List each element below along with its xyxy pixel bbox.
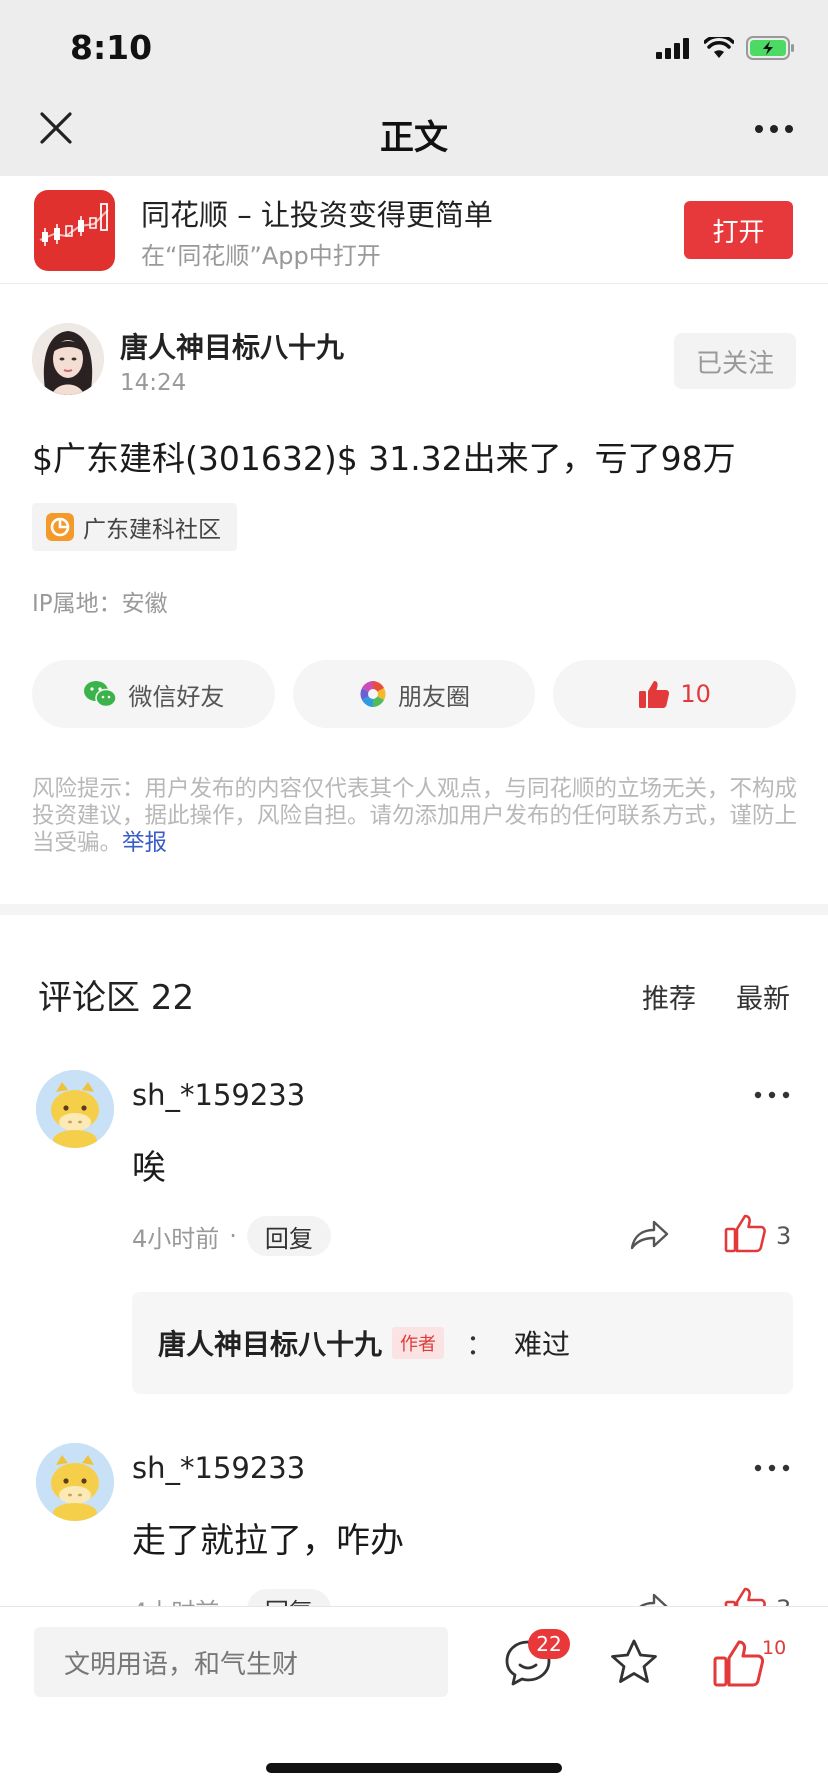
star-icon[interactable]: [608, 1637, 660, 1689]
share-moments-label: 朋友圈: [398, 682, 470, 711]
share-wechat-label: 微信好友: [128, 682, 225, 711]
sort-recommended-tab[interactable]: 推荐: [642, 977, 696, 1016]
app-subtitle: 在“同花顺”App中打开: [141, 242, 381, 270]
post-time: 14:24: [120, 370, 187, 396]
comment-reply[interactable]: 唐人神目标八十九 作者 ： 难过: [132, 1292, 793, 1394]
report-link[interactable]: 举报: [122, 830, 167, 856]
ip-location: IP属地：安徽: [32, 591, 168, 617]
share-row: 微信好友 朋友圈 10: [32, 660, 797, 728]
post-like-count: 10: [680, 680, 711, 708]
reply-colon: ：: [466, 1328, 495, 1361]
share-wechat-button[interactable]: 微信好友: [32, 660, 275, 728]
comment-meta: 4小时前 · 回复: [132, 1216, 331, 1256]
home-indicator: [266, 1763, 562, 1773]
community-tag[interactable]: 广东建科社区: [32, 503, 237, 551]
app-logo-icon: [34, 190, 115, 271]
community-icon: [46, 513, 74, 541]
community-label: 广东建科社区: [83, 517, 221, 543]
reply-button[interactable]: 回复: [246, 1216, 331, 1256]
follow-button[interactable]: 已关注: [674, 333, 796, 389]
comment-text: 唉: [132, 1148, 166, 1188]
page-title: 正文: [380, 118, 448, 158]
reply-text: 难过: [514, 1328, 571, 1361]
moments-icon: [360, 681, 386, 707]
commenter-avatar[interactable]: [36, 1443, 114, 1521]
thumbs-up-icon[interactable]: [724, 1212, 766, 1254]
battery-icon: [746, 36, 794, 60]
commenter-name[interactable]: sh_*159233: [132, 1451, 305, 1485]
risk-notice: 风险提示：用户发布的内容仅代表其个人观点，与同花顺的立场无关，不构成投资建议，据…: [32, 776, 798, 857]
post-text: $广东建科(301632)$ 31.32出来了，亏了98万: [32, 439, 736, 478]
bottom-like-count: 10: [762, 1637, 787, 1659]
reply-author[interactable]: 唐人神目标八十九: [158, 1323, 382, 1363]
wifi-icon: [704, 37, 734, 58]
comment-like-count: 3: [776, 1222, 792, 1250]
commenter-avatar[interactable]: [36, 1070, 114, 1148]
author-avatar[interactable]: [32, 323, 104, 395]
share-arrow-icon[interactable]: [628, 1214, 670, 1256]
status-icons: [656, 34, 796, 62]
post-like-button[interactable]: 10: [553, 660, 797, 728]
comment-count-badge: 22: [528, 1629, 570, 1659]
status-time: 8:10: [70, 28, 153, 67]
open-app-button[interactable]: 打开: [684, 201, 793, 259]
section-divider: [0, 904, 828, 915]
comment-more-icon[interactable]: [754, 1463, 790, 1473]
meta-separator: ·: [229, 1222, 237, 1250]
share-moments-button[interactable]: 朋友圈: [292, 660, 536, 728]
comment-time: 4小时前: [132, 1224, 220, 1253]
comment-sort-tabs: 推荐 最新: [642, 977, 790, 1016]
signal-icon: [656, 38, 689, 59]
commenter-name[interactable]: sh_*159233: [132, 1078, 305, 1112]
comments-title: 评论区 22: [38, 978, 195, 1018]
comment-input[interactable]: 文明用语，和气生财: [34, 1627, 448, 1697]
sort-latest-tab[interactable]: 最新: [736, 977, 790, 1016]
wechat-icon: [84, 681, 118, 708]
author-name[interactable]: 唐人神目标八十九: [120, 326, 344, 366]
thumbs-up-icon[interactable]: [712, 1637, 764, 1689]
comment-more-icon[interactable]: [754, 1090, 790, 1100]
top-bar: 8:10 正文: [0, 0, 828, 176]
more-options-icon[interactable]: [754, 122, 794, 136]
app-banner: 同花顺 – 让投资变得更简单 在“同花顺”App中打开 打开: [0, 176, 828, 284]
app-name: 同花顺 – 让投资变得更简单: [141, 198, 493, 232]
comment-text: 走了就拉了，咋办: [132, 1521, 404, 1561]
author-badge: 作者: [392, 1327, 445, 1359]
thumbs-up-filled-icon: [639, 681, 670, 708]
